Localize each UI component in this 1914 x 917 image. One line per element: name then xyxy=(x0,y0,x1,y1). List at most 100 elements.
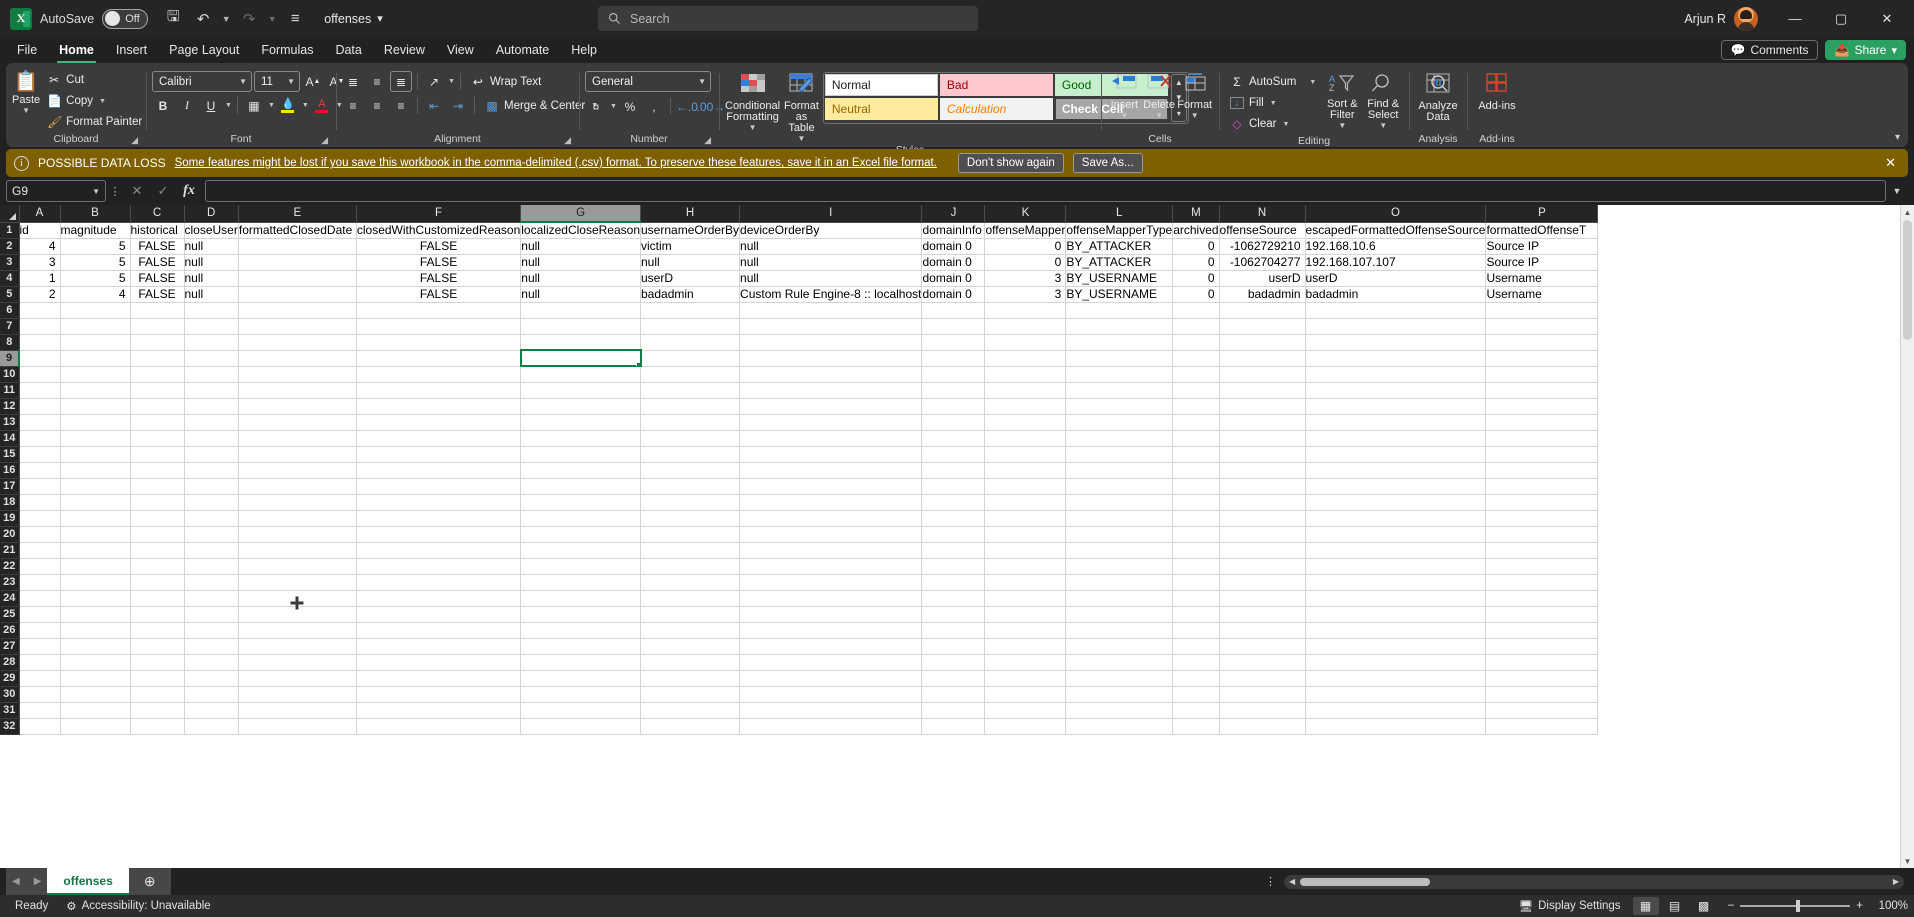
cell-H10[interactable] xyxy=(640,366,741,383)
horizontal-scrollbar-thumb[interactable] xyxy=(1300,877,1430,886)
cell-M22[interactable] xyxy=(1172,558,1220,575)
cell-L30[interactable] xyxy=(1065,686,1174,703)
cell-P24[interactable] xyxy=(1485,590,1599,607)
cell-B24[interactable] xyxy=(60,590,131,607)
style-bad[interactable]: Bad xyxy=(939,74,1053,96)
row-header-4[interactable]: 4 xyxy=(0,270,20,287)
cell-B30[interactable] xyxy=(60,686,131,703)
cell-N16[interactable] xyxy=(1219,462,1306,479)
cell-G13[interactable] xyxy=(520,414,641,431)
cell-O13[interactable] xyxy=(1305,414,1487,431)
cell-H30[interactable] xyxy=(640,686,741,703)
cell-M9[interactable] xyxy=(1172,350,1220,367)
cell-P2[interactable]: Source IP xyxy=(1485,238,1599,255)
delete-cells-button[interactable]: Delete ▼ xyxy=(1142,70,1177,120)
cell-M20[interactable] xyxy=(1172,526,1220,543)
cell-B19[interactable] xyxy=(60,510,131,527)
font-family-chevron-down-icon[interactable]: ▼ xyxy=(239,77,247,86)
cell-P3[interactable]: Source IP xyxy=(1485,254,1599,271)
cell-B15[interactable] xyxy=(60,446,131,463)
cell-G6[interactable] xyxy=(520,302,641,319)
cell-C5[interactable]: FALSE xyxy=(130,286,185,303)
cell-J31[interactable] xyxy=(921,702,986,719)
cell-O15[interactable] xyxy=(1305,446,1487,463)
row-header-5[interactable]: 5 xyxy=(0,286,20,303)
cell-B16[interactable] xyxy=(60,462,131,479)
cell-I2[interactable]: null xyxy=(739,238,923,255)
cell-O21[interactable] xyxy=(1305,542,1487,559)
cell-D11[interactable] xyxy=(184,382,239,399)
cell-C17[interactable] xyxy=(130,478,185,495)
cell-L32[interactable] xyxy=(1065,718,1174,735)
cell-G14[interactable] xyxy=(520,430,641,447)
addins-button[interactable]: Add-ins xyxy=(1473,70,1521,112)
cell-L18[interactable] xyxy=(1065,494,1174,511)
cell-L21[interactable] xyxy=(1065,542,1174,559)
cell-E18[interactable] xyxy=(238,494,357,511)
cell-C21[interactable] xyxy=(130,542,185,559)
cell-P15[interactable] xyxy=(1485,446,1599,463)
cell-F31[interactable] xyxy=(356,702,522,719)
cell-A3[interactable]: 3 xyxy=(19,254,61,271)
row-header-12[interactable]: 12 xyxy=(0,398,20,415)
cell-H3[interactable]: null xyxy=(640,254,741,271)
cell-K23[interactable] xyxy=(984,574,1067,591)
cell-I25[interactable] xyxy=(739,606,923,623)
cell-F14[interactable] xyxy=(356,430,522,447)
cell-B20[interactable] xyxy=(60,526,131,543)
cell-P10[interactable] xyxy=(1485,366,1599,383)
cell-J1[interactable]: domainInfo xyxy=(921,222,986,239)
row-header-17[interactable]: 17 xyxy=(0,478,20,495)
font-size-select[interactable]: 11 ▼ xyxy=(254,71,300,92)
cell-A1[interactable]: id xyxy=(19,222,61,239)
align-right-icon[interactable]: ≡ xyxy=(390,95,412,116)
zoom-level-label[interactable]: 100% xyxy=(1874,900,1908,912)
cell-E29[interactable] xyxy=(238,670,357,687)
cell-A22[interactable] xyxy=(19,558,61,575)
cell-G31[interactable] xyxy=(520,702,641,719)
cell-E8[interactable] xyxy=(238,334,357,351)
cell-J24[interactable] xyxy=(921,590,986,607)
paste-button[interactable]: 📋 Paste ▼ xyxy=(12,68,40,115)
cell-A18[interactable] xyxy=(19,494,61,511)
cell-N24[interactable] xyxy=(1219,590,1306,607)
cell-J29[interactable] xyxy=(921,670,986,687)
copy-button[interactable]: 📄 Copy ▼ xyxy=(42,91,147,111)
underline-button[interactable]: U xyxy=(200,95,222,116)
cell-F13[interactable] xyxy=(356,414,522,431)
row-header-2[interactable]: 2 xyxy=(0,238,20,255)
cell-O26[interactable] xyxy=(1305,622,1487,639)
cell-E2[interactable] xyxy=(238,238,357,255)
row-header-20[interactable]: 20 xyxy=(0,526,20,543)
col-header-I[interactable]: I xyxy=(739,205,923,223)
cell-M4[interactable]: 0 xyxy=(1172,270,1220,287)
cell-O19[interactable] xyxy=(1305,510,1487,527)
cell-O24[interactable] xyxy=(1305,590,1487,607)
cell-K32[interactable] xyxy=(984,718,1067,735)
cell-B12[interactable] xyxy=(60,398,131,415)
cell-J5[interactable]: domain 0 xyxy=(921,286,986,303)
cell-P32[interactable] xyxy=(1485,718,1599,735)
cell-D10[interactable] xyxy=(184,366,239,383)
cell-I15[interactable] xyxy=(739,446,923,463)
tab-review[interactable]: Review xyxy=(373,37,436,63)
cell-C25[interactable] xyxy=(130,606,185,623)
cell-I30[interactable] xyxy=(739,686,923,703)
cell-F2[interactable]: FALSE xyxy=(356,238,522,255)
cell-K1[interactable]: offenseMapper xyxy=(984,222,1067,239)
cell-K9[interactable] xyxy=(984,350,1067,367)
cell-H16[interactable] xyxy=(640,462,741,479)
cell-F9[interactable] xyxy=(356,350,522,367)
font-color-icon[interactable]: A xyxy=(311,95,333,116)
cell-A30[interactable] xyxy=(19,686,61,703)
cell-E19[interactable] xyxy=(238,510,357,527)
cell-F18[interactable] xyxy=(356,494,522,511)
cell-L9[interactable] xyxy=(1065,350,1174,367)
col-header-E[interactable]: E xyxy=(238,205,357,223)
clear-button[interactable]: ◇ Clear ▼ xyxy=(1225,114,1321,134)
cell-K4[interactable]: 3 xyxy=(984,270,1067,287)
cell-M2[interactable]: 0 xyxy=(1172,238,1220,255)
find-select-button[interactable]: Find & Select ▼ xyxy=(1363,70,1403,130)
cell-I4[interactable]: null xyxy=(739,270,923,287)
cell-K18[interactable] xyxy=(984,494,1067,511)
